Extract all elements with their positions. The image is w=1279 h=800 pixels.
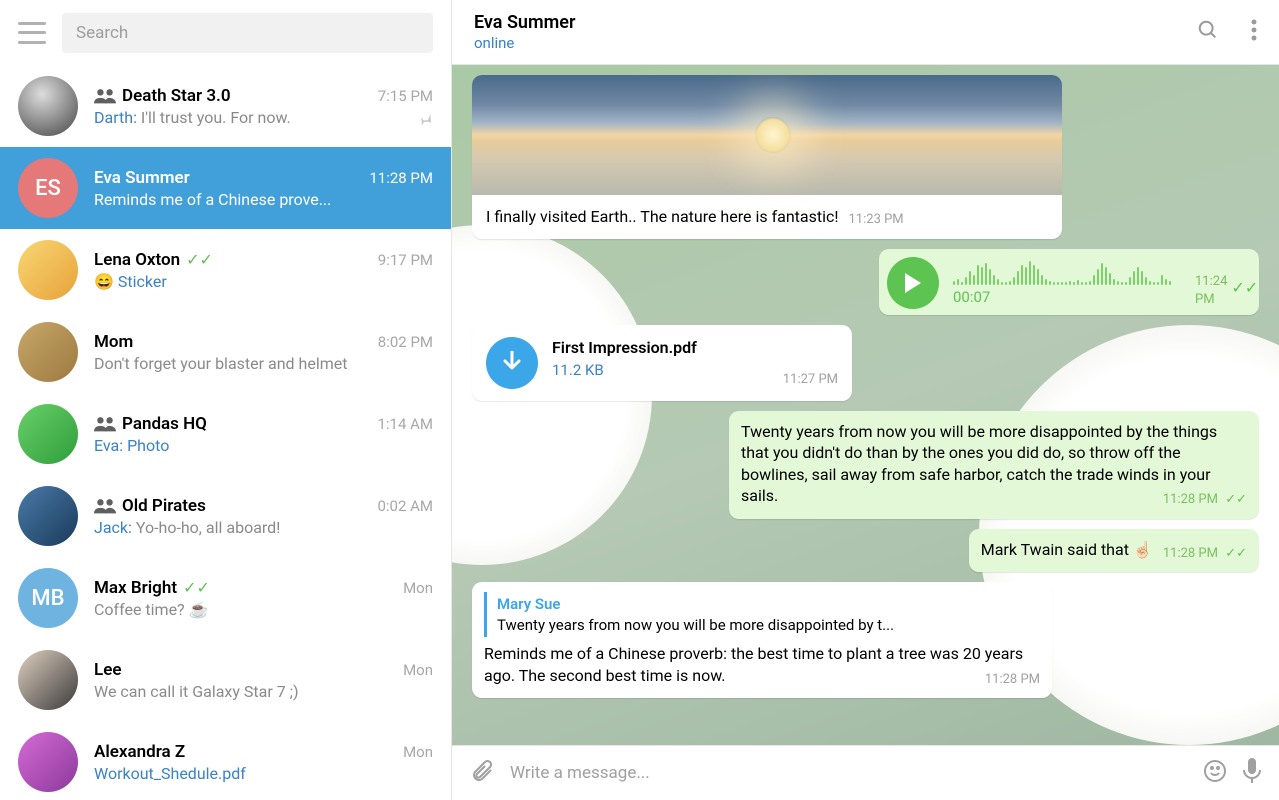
chat-preview: We can call it Galaxy Star 7 ;)	[94, 682, 433, 701]
read-ticks-icon: ✓✓	[186, 250, 213, 269]
menu-button[interactable]	[18, 22, 46, 44]
avatar	[18, 322, 78, 382]
avatar	[18, 650, 78, 710]
chat-preview: Workout_Shedule.pdf	[94, 764, 433, 783]
message-time: 11:27 PM	[783, 371, 838, 389]
file-name: First Impression.pdf	[552, 337, 759, 359]
group-icon	[94, 416, 116, 432]
avatar: MB	[18, 568, 78, 628]
group-icon	[94, 498, 116, 514]
chat-preview: Reminds me of a Chinese prove...	[94, 190, 433, 209]
header-name: Eva Summer	[474, 12, 1197, 33]
chat-preview: 😄 Sticker	[94, 272, 433, 291]
download-icon[interactable]	[486, 337, 538, 389]
chat-list-item[interactable]: Alexandra Z Mon Workout_Shedule.pdf	[0, 721, 451, 800]
chat-preview: Coffee time? ☕	[94, 600, 433, 619]
message-text-out[interactable]: Twenty years from now you will be more d…	[729, 411, 1259, 519]
message-text-out[interactable]: Mark Twain said that ☝🏻 11:28 PM ✓✓	[969, 529, 1259, 573]
compose-bar	[452, 745, 1279, 800]
chat-time: 8:02 PM	[378, 333, 433, 351]
chat-time: Mon	[403, 661, 433, 679]
chat-name: Eva Summer	[94, 168, 190, 188]
waveform[interactable]	[953, 257, 1171, 285]
chat-name: Death Star 3.0	[122, 86, 231, 106]
chat-header: Eva Summer online	[452, 0, 1279, 65]
emoji-icon[interactable]	[1203, 759, 1227, 787]
group-icon	[94, 88, 116, 104]
chat-preview: Jack: Yo-ho-ho, all aboard!	[94, 518, 433, 537]
reply-reference[interactable]: Mary Sue Twenty years from now you will …	[484, 592, 1040, 637]
chat-list-item[interactable]: Death Star 3.0 7:15 PM Darth: I'll trust y…	[0, 65, 451, 147]
chat-list-item[interactable]: Pandas HQ 1:14 AM Eva: Photo	[0, 393, 451, 475]
chat-name: Lee	[94, 660, 121, 680]
avatar	[18, 732, 78, 792]
message-time: 11:24 PM	[1195, 273, 1227, 308]
read-ticks-icon: ✓✓	[1231, 277, 1258, 299]
chat-time: 11:28 PM	[369, 169, 433, 187]
conversation-panel: Eva Summer online I finally visited Eart…	[452, 0, 1279, 800]
message-input[interactable]	[510, 763, 1187, 783]
message-photo[interactable]: I finally visited Earth.. The nature her…	[472, 75, 1062, 239]
read-ticks-icon: ✓✓	[183, 578, 210, 597]
avatar	[18, 240, 78, 300]
search-input[interactable]	[62, 13, 433, 53]
message-text: Reminds me of a Chinese proverb: the bes…	[484, 644, 1023, 685]
chat-time: Mon	[403, 743, 433, 761]
chat-preview: Don't forget your blaster and helmet	[94, 354, 433, 373]
chat-list-item[interactable]: Old Pirates 0:02 AM Jack: Yo-ho-ho, all ab…	[0, 475, 451, 557]
chat-preview: Darth: I'll trust you. For now.	[94, 108, 433, 127]
chat-list-item[interactable]: Lena Oxton ✓✓ 9:17 PM 😄 Sticker	[0, 229, 451, 311]
avatar	[18, 486, 78, 546]
chat-time: 1:14 AM	[377, 415, 433, 433]
play-button[interactable]	[887, 257, 939, 309]
header-info[interactable]: Eva Summer online	[474, 12, 1197, 52]
reply-snippet: Twenty years from now you will be more d…	[497, 615, 1040, 635]
chat-name: Lena Oxton	[94, 250, 180, 270]
chat-name: Max Bright	[94, 578, 177, 598]
voice-duration: 00:07	[953, 287, 1171, 307]
message-text: I finally visited Earth.. The nature her…	[486, 206, 839, 228]
message-voice[interactable]: 00:07 11:24 PM ✓✓	[879, 249, 1259, 315]
chat-list-item[interactable]: Mom 8:02 PM Don't forget your blaster and …	[0, 311, 451, 393]
sidebar-top	[0, 0, 451, 65]
voice-record-icon[interactable]	[1243, 758, 1261, 788]
chat-time: 9:17 PM	[378, 251, 433, 269]
avatar	[18, 404, 78, 464]
chat-preview: Eva: Photo	[94, 436, 433, 455]
chat-time: 7:15 PM	[378, 87, 433, 105]
reply-author: Mary Sue	[497, 594, 1040, 614]
chat-time: 0:02 AM	[377, 497, 433, 515]
message-text: Twenty years from now you will be more d…	[741, 422, 1217, 506]
avatar	[18, 76, 78, 136]
chat-list: Death Star 3.0 7:15 PM Darth: I'll trust y…	[0, 65, 451, 800]
chat-list-item[interactable]: ES Eva Summer 11:28 PM Reminds me of a Chin…	[0, 147, 451, 229]
message-reply[interactable]: Mary Sue Twenty years from now you will …	[472, 582, 1052, 698]
read-ticks-icon: ✓✓	[1222, 492, 1247, 507]
message-time: 11:28 PM ✓✓	[1163, 491, 1247, 509]
message-time: 11:28 PM	[985, 671, 1040, 689]
header-status: online	[474, 34, 1197, 52]
more-options-icon[interactable]	[1251, 19, 1257, 45]
chat-name: Alexandra Z	[94, 742, 185, 762]
message-time: 11:23 PM	[849, 211, 904, 229]
attach-icon[interactable]	[470, 759, 494, 787]
file-size: 11.2 KB	[552, 360, 759, 380]
message-text: Mark Twain said that ☝🏻	[981, 540, 1153, 559]
chat-name: Old Pirates	[122, 496, 206, 516]
avatar: ES	[18, 158, 78, 218]
sidebar: Death Star 3.0 7:15 PM Darth: I'll trust y…	[0, 0, 452, 800]
messages-area[interactable]: I finally visited Earth.. The nature her…	[452, 65, 1279, 745]
photo-attachment[interactable]	[472, 75, 1062, 195]
chat-list-item[interactable]: Lee Mon We can call it Galaxy Star 7 ;)	[0, 639, 451, 721]
message-time: 11:28 PM ✓✓	[1163, 545, 1247, 563]
search-icon[interactable]	[1197, 19, 1219, 45]
chat-time: Mon	[403, 579, 433, 597]
chat-name: Pandas HQ	[122, 414, 207, 434]
pin-icon	[417, 111, 433, 131]
chat-list-item[interactable]: MB Max Bright ✓✓ Mon Coffee time? ☕	[0, 557, 451, 639]
read-ticks-icon: ✓✓	[1222, 546, 1247, 561]
chat-name: Mom	[94, 332, 133, 352]
message-file[interactable]: First Impression.pdf 11.2 KB 11:27 PM	[472, 325, 852, 401]
